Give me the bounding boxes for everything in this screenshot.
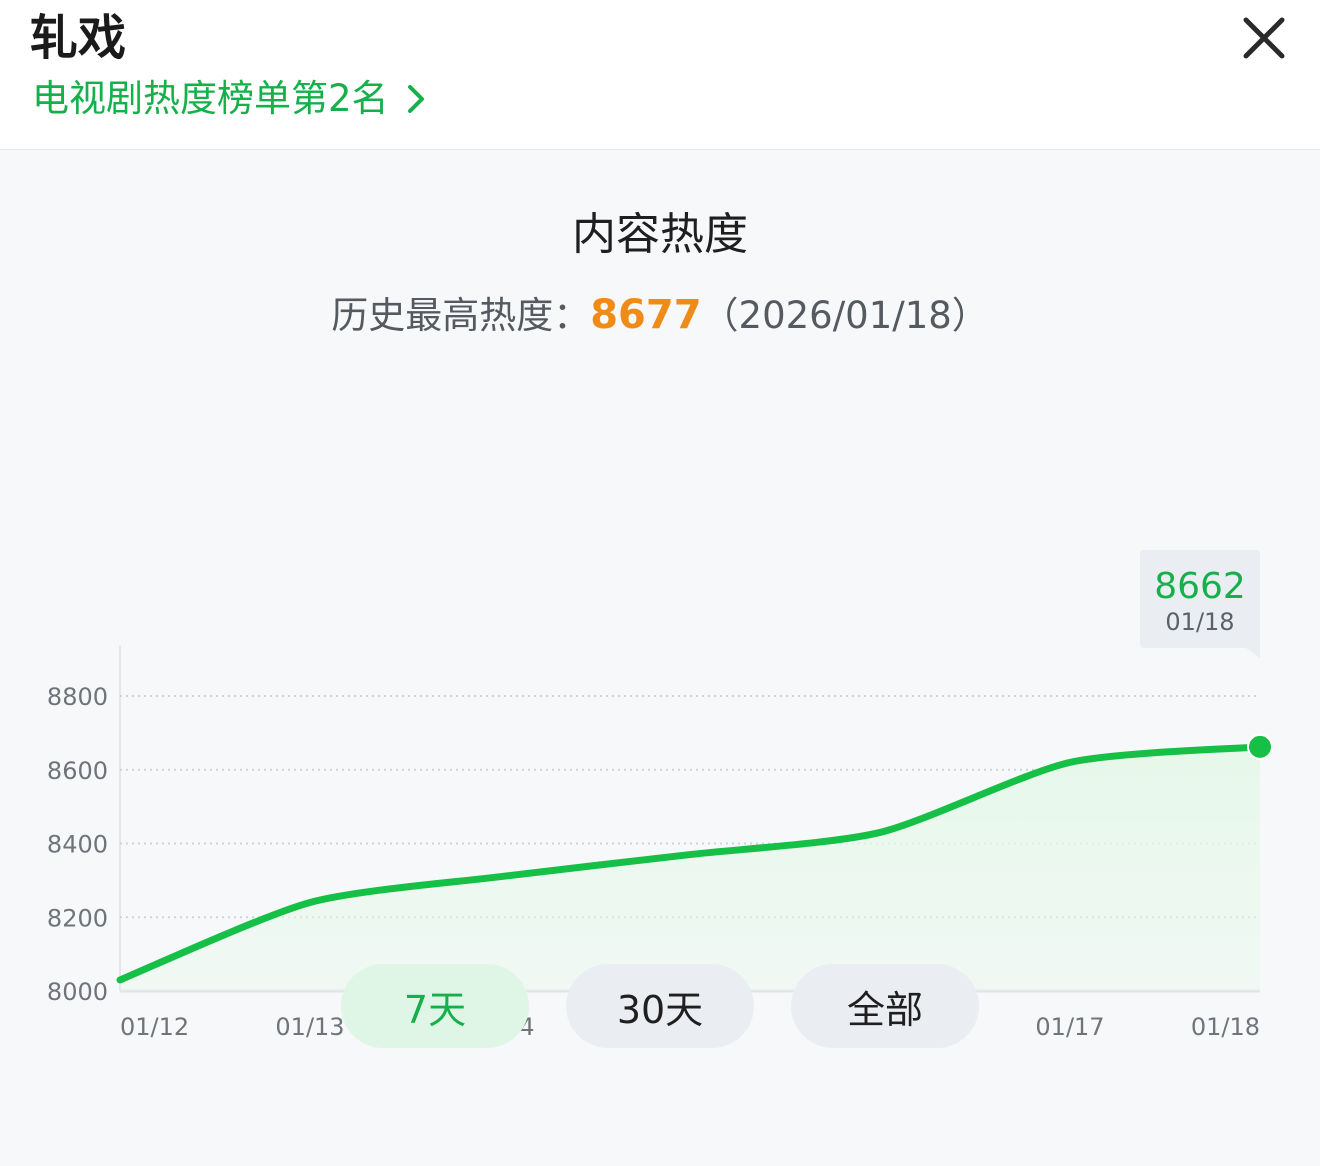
tooltip-date: 01/18	[1165, 608, 1234, 636]
last-point-marker	[1247, 733, 1273, 760]
y-tick-label: 8200	[47, 904, 108, 932]
close-icon	[1243, 17, 1285, 59]
tooltip-value: 8662	[1154, 566, 1246, 607]
tab-7-days[interactable]: 7天	[341, 964, 529, 1048]
y-tick-label: 8400	[47, 831, 108, 859]
chevron-right-icon	[407, 85, 424, 113]
y-tick-label: 8800	[47, 683, 108, 711]
chart-title: 内容热度	[572, 209, 748, 260]
y-tick-label: 8600	[47, 757, 108, 785]
tab-label: 30天	[616, 987, 704, 1032]
tab-label: 7天	[403, 987, 467, 1032]
header: 轧戏 电视剧热度榜单第2名	[0, 0, 1320, 150]
tab-30-days[interactable]: 30天	[566, 964, 754, 1048]
tab-label: 全部	[846, 987, 923, 1032]
range-tabs: 7天 30天 全部	[0, 964, 1320, 1048]
area-fill	[120, 746, 1260, 991]
tab-all[interactable]: 全部	[791, 964, 979, 1048]
rank-label: 电视剧热度榜单第2名	[32, 77, 389, 120]
page-title: 轧戏	[30, 10, 127, 66]
heat-panel: 内容热度 历史最高热度：8677（2026/01/18） 8000 8200 840…	[0, 151, 1320, 1166]
rank-link[interactable]: 电视剧热度榜单第2名	[32, 74, 429, 124]
close-button[interactable]	[1238, 12, 1290, 64]
